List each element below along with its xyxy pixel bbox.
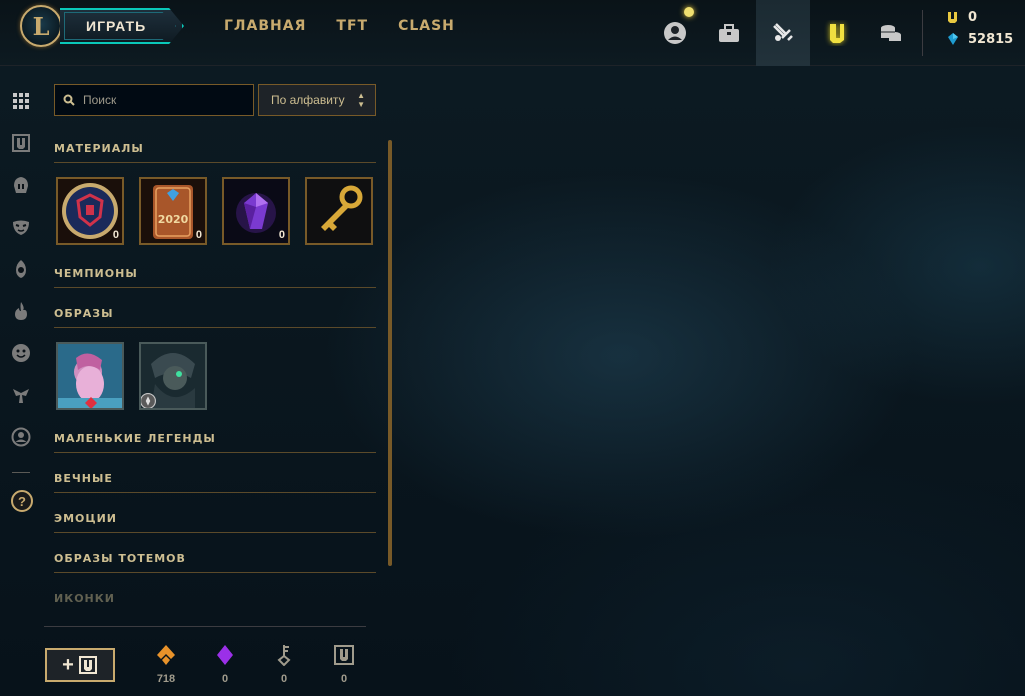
riot-points-icon	[948, 12, 957, 23]
profile-icon[interactable]	[10, 426, 32, 448]
main-nav: ГЛАВНАЯ TFT CLASH	[224, 18, 455, 34]
search-box[interactable]	[54, 84, 254, 116]
section-title: МАТЕРИАЛЫ	[54, 142, 376, 163]
token-value: 0	[340, 673, 348, 685]
runes-icon[interactable]	[10, 384, 32, 406]
key-fragment-icon[interactable]	[305, 177, 373, 245]
sort-arrows-icon: ▲ ▼	[357, 91, 365, 109]
section-title: ОБРАЗЫ ТОТЕМОВ	[54, 552, 376, 573]
key-icon	[277, 645, 291, 666]
section-icons[interactable]: ИКОНКИ	[54, 592, 376, 612]
section-eternals[interactable]: ВЕЧНЫЕ	[54, 472, 376, 493]
sort-label: По алфавиту	[271, 93, 345, 107]
search-input[interactable]	[83, 93, 243, 107]
gemstone-icon	[217, 645, 233, 665]
token-stat: 0	[324, 644, 364, 685]
orange-essence-stat: 718	[146, 644, 186, 685]
grid-icon[interactable]	[10, 90, 32, 112]
skin-2-icon[interactable]	[139, 342, 207, 410]
key-value: 0	[280, 673, 288, 685]
section-totems[interactable]: ОБРАЗЫ ТОТЕМОВ	[54, 552, 376, 573]
top-icons	[648, 0, 918, 66]
spells-icon[interactable]	[10, 300, 32, 322]
gemstone-stat: 0	[205, 644, 245, 685]
material-count: 0	[195, 229, 202, 241]
section-title: МАЛЕНЬКИЕ ЛЕГЕНДЫ	[54, 432, 376, 453]
section-title: ЧЕМПИОНЫ	[54, 267, 376, 288]
orange-essence-icon	[157, 645, 175, 665]
play-button[interactable]: ИГРАТЬ	[60, 8, 184, 44]
wallet-icon[interactable]	[864, 0, 918, 66]
blue-essence-icon	[948, 33, 958, 45]
champions-icon[interactable]	[10, 132, 32, 154]
loot-icon[interactable]	[756, 0, 810, 66]
profile-icon[interactable]	[648, 0, 702, 66]
section-materials[interactable]: МАТЕРИАЛЫ	[54, 142, 376, 163]
icons-icon[interactable]	[10, 342, 32, 364]
rail-divider	[12, 472, 30, 473]
footer-divider	[44, 626, 366, 627]
ward-icon[interactable]	[10, 258, 32, 280]
skin-1-icon[interactable]	[56, 342, 124, 410]
nav-tft[interactable]: TFT	[336, 18, 368, 34]
token-icon	[334, 645, 354, 665]
help-icon[interactable]: ?	[11, 490, 33, 512]
section-emotes[interactable]: ЭМОЦИИ	[54, 512, 376, 533]
chest-year-text: 2020	[158, 213, 189, 226]
store-icon[interactable]	[810, 0, 864, 66]
notification-dot	[684, 7, 694, 17]
add-label: +	[62, 653, 74, 676]
skin-badge-icon	[141, 393, 156, 408]
section-title: ЭМОЦИИ	[54, 512, 376, 533]
materials-tiles: 0 2020 0 0	[56, 177, 373, 245]
ruby-badge-icon	[85, 397, 97, 408]
gemstone-value: 0	[221, 673, 229, 685]
worlds-capsule-icon[interactable]: 0	[56, 177, 124, 245]
panel-scrollbar[interactable]	[388, 140, 392, 566]
material-count: 0	[278, 229, 285, 241]
gemstone-icon[interactable]: 0	[222, 177, 290, 245]
section-little-legends[interactable]: МАЛЕНЬКИЕ ЛЕГЕНДЫ	[54, 432, 376, 453]
skins-tiles	[56, 342, 207, 410]
nav-home[interactable]: ГЛАВНАЯ	[224, 18, 306, 34]
champion-token-icon	[78, 656, 97, 674]
currency-display[interactable]: 0 52815	[946, 6, 1013, 50]
league-logo-icon[interactable]: L	[20, 5, 62, 47]
header-divider	[922, 10, 923, 56]
section-skins[interactable]: ОБРАЗЫ	[54, 307, 376, 328]
2020-chest-icon[interactable]: 2020 0	[139, 177, 207, 245]
key-stat: 0	[264, 644, 304, 685]
nav-clash[interactable]: CLASH	[398, 18, 455, 34]
search-icon	[63, 94, 75, 106]
play-button-label: ИГРАТЬ	[86, 18, 147, 34]
emotes-icon[interactable]	[10, 216, 32, 238]
category-rail: ?	[0, 66, 44, 696]
skins-icon[interactable]	[10, 174, 32, 196]
section-title: ОБРАЗЫ	[54, 307, 376, 328]
section-champions[interactable]: ЧЕМПИОНЫ	[54, 267, 376, 288]
sort-dropdown[interactable]: По алфавиту ▲ ▼	[258, 84, 376, 116]
section-title: ВЕЧНЫЕ	[54, 472, 376, 493]
material-count: 0	[112, 229, 119, 241]
collection-icon[interactable]	[702, 0, 756, 66]
top-bar: L ИГРАТЬ ГЛАВНАЯ TFT CLASH 0 52815	[0, 0, 1025, 66]
orange-essence-value: 718	[156, 673, 176, 685]
section-title: ИКОНКИ	[54, 592, 115, 605]
riot-points-value: 0	[968, 9, 978, 25]
blue-essence-value: 52815	[968, 31, 1014, 47]
add-button[interactable]: +	[45, 648, 115, 682]
